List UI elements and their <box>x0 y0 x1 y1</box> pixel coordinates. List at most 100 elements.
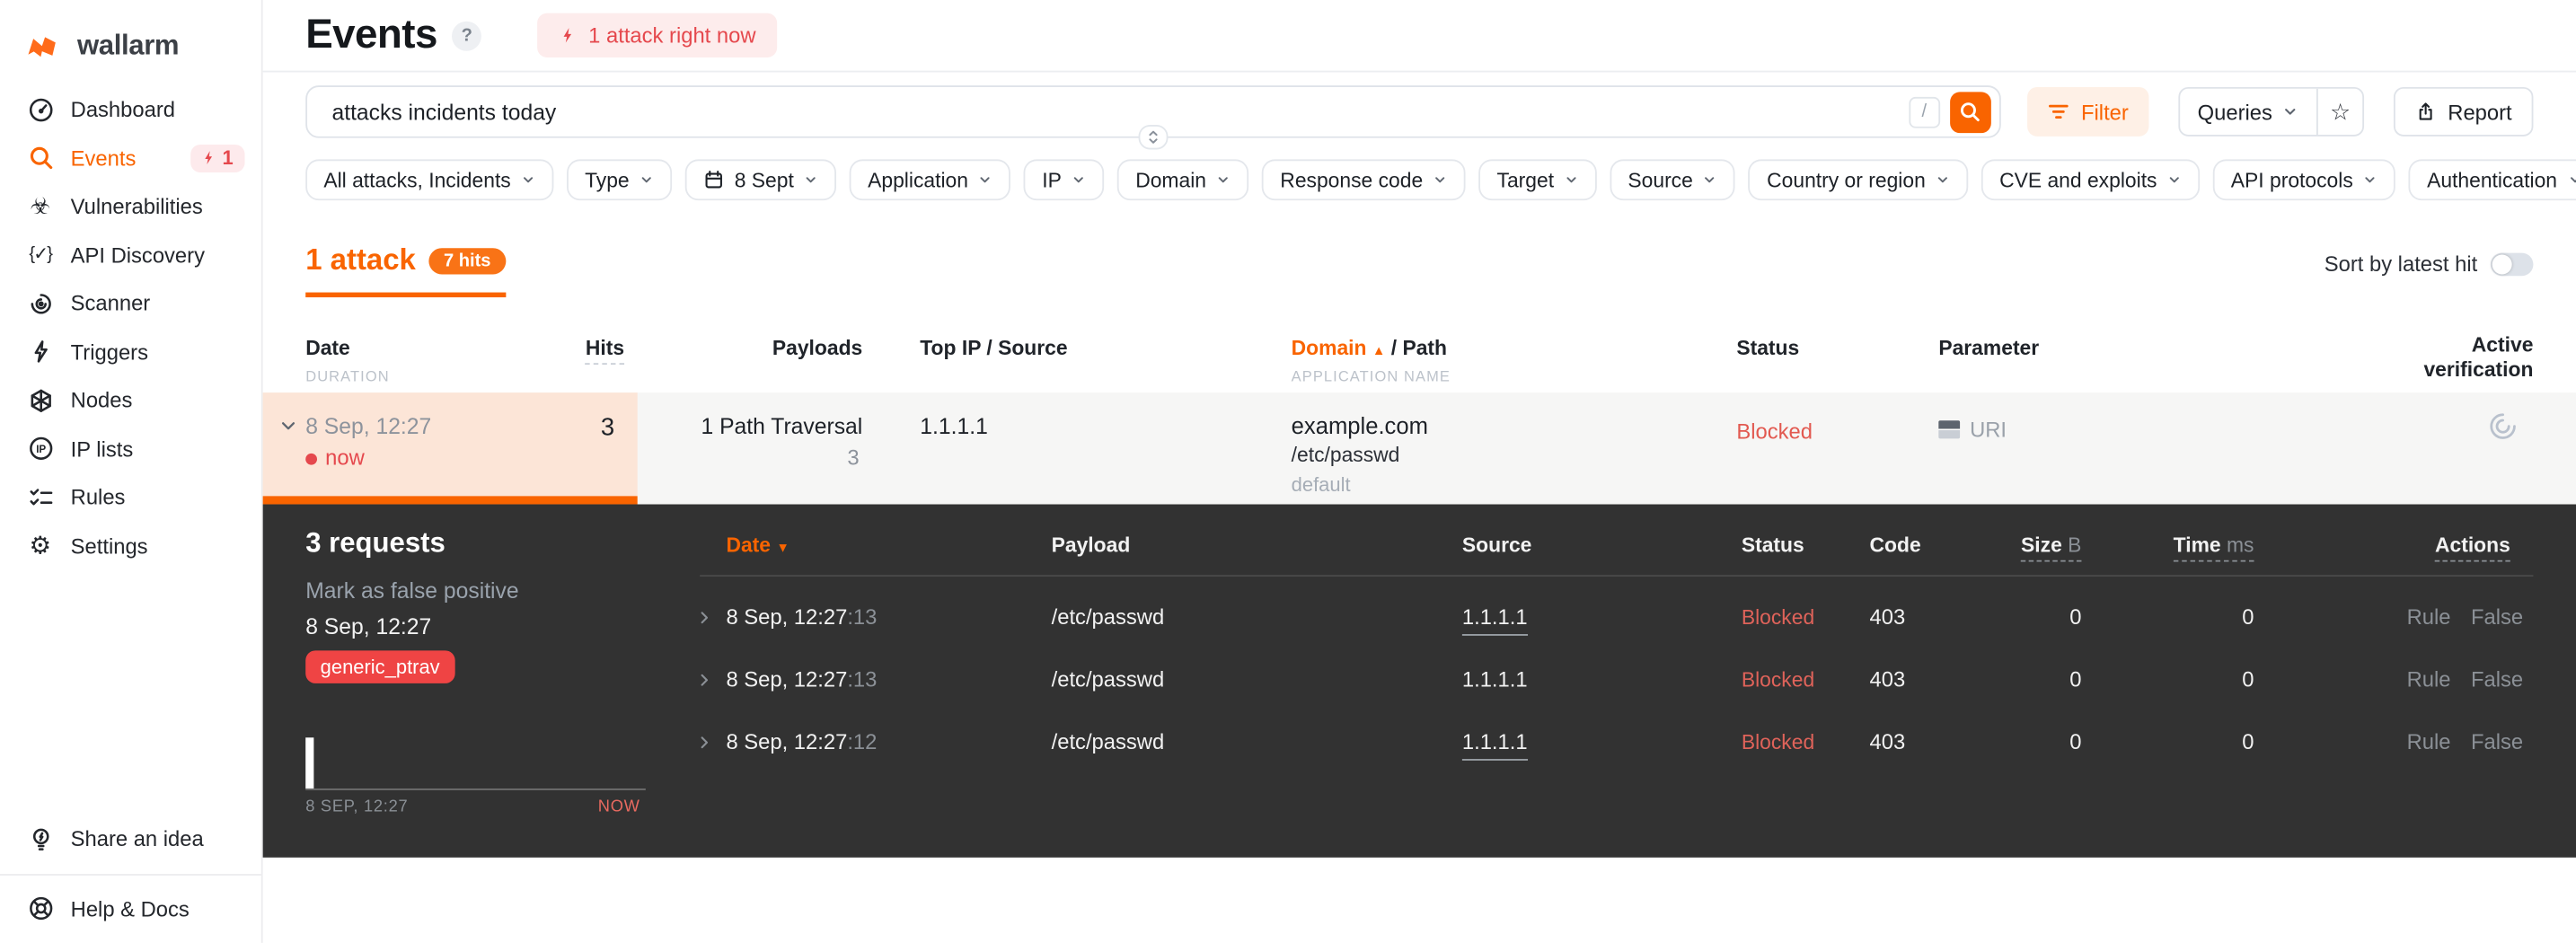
sort-toggle[interactable] <box>2490 251 2534 276</box>
req-action-rule[interactable]: Rule <box>2407 711 2451 774</box>
req-source[interactable]: 1.1.1.1 <box>1462 648 1528 711</box>
req-action-rule[interactable]: Rule <box>2407 648 2451 711</box>
req-action-rule[interactable]: Rule <box>2407 586 2451 649</box>
req-action-false[interactable]: False <box>2471 711 2523 774</box>
queries-button[interactable]: Queries <box>2180 88 2319 135</box>
brand-logo[interactable]: wallarm <box>0 0 261 79</box>
req-source[interactable]: 1.1.1.1 <box>1461 711 1528 774</box>
sort-label: Sort by latest hit <box>2324 251 2478 277</box>
chevron-down-icon <box>521 172 535 187</box>
search-input[interactable] <box>328 97 1909 126</box>
tab-attacks[interactable]: 1 attack 7 hits <box>305 243 506 298</box>
filter-chip-type[interactable]: Type <box>566 159 673 201</box>
lightbulb-icon <box>26 825 54 853</box>
req-col-status: Status <box>1741 533 1804 558</box>
col-date[interactable]: Date <box>305 337 350 360</box>
req-payload: /etc/passwd <box>1051 604 1165 630</box>
req-action-false[interactable]: False <box>2471 586 2523 649</box>
req-col-date[interactable]: Date ▼ <box>726 533 789 557</box>
req-date: 8 Sep, 12:27:13 <box>726 666 878 692</box>
sidebar-item-ip-lists[interactable]: IP IP lists <box>0 425 261 473</box>
filter-chip-response-code[interactable]: Response code <box>1262 159 1466 201</box>
collapse-row-icon[interactable] <box>279 418 297 436</box>
sidebar-item-dashboard[interactable]: Dashboard <box>0 85 261 134</box>
filter-button[interactable]: Filter <box>2026 86 2148 137</box>
attack-alert-badge[interactable]: 1 attack right now <box>537 13 778 58</box>
filter-chip-attacks-incidents[interactable]: All attacks, Incidents <box>305 159 554 201</box>
search-expand-toggle[interactable] <box>1138 125 1169 150</box>
col-parameter: Parameter <box>1938 336 2040 360</box>
chevron-down-icon <box>804 172 818 187</box>
sidebar-item-scanner[interactable]: Scanner <box>0 279 261 328</box>
filter-chip-api-protocols[interactable]: API protocols <box>2212 159 2396 201</box>
request-row[interactable]: 8 Sep, 12:27:12 /etc/passwd 1.1.1.1 Bloc… <box>263 711 2576 774</box>
request-row[interactable]: 8 Sep, 12:27:13 /etc/passwd 1.1.1.1 Bloc… <box>263 648 2576 711</box>
filter-chip-domain[interactable]: Domain <box>1117 159 1249 201</box>
attack-row[interactable]: 8 Sep, 12:27 now 3 1 Path Traversal 3 1.… <box>262 392 2576 505</box>
sidebar-item-events[interactable]: Events 1 <box>0 134 261 182</box>
filter-chip-target[interactable]: Target <box>1478 159 1597 201</box>
attack-date: 8 Sep, 12:27 <box>305 413 432 439</box>
sidebar-item-label: Vulnerabilities <box>70 194 203 219</box>
col-status: Status <box>1736 336 1800 360</box>
sidebar-item-label: Settings <box>70 533 148 559</box>
filter-chip-cve[interactable]: CVE and exploits <box>1981 159 2201 201</box>
expand-request-icon[interactable] <box>697 586 713 626</box>
timeline-now-label: NOW <box>597 798 640 817</box>
filter-chip-country[interactable]: Country or region <box>1749 159 1969 201</box>
filter-icon <box>2048 104 2069 119</box>
sidebar-item-label: Events <box>70 145 137 171</box>
col-application-sub: APPLICATION NAME <box>1291 367 1451 385</box>
sidebar-item-help-docs[interactable]: Help & Docs <box>0 885 261 933</box>
gear-icon: ⚙ <box>29 532 52 560</box>
sidebar-item-settings[interactable]: ⚙ Settings <box>0 522 261 570</box>
sidebar-item-triggers[interactable]: Triggers <box>0 328 261 376</box>
chevron-down-icon <box>1433 172 1447 187</box>
lightning-icon <box>205 150 213 164</box>
req-col-size[interactable]: Size B <box>1972 533 2082 562</box>
req-col-time[interactable]: Time ms <box>2144 533 2254 562</box>
live-dot-icon <box>305 453 318 465</box>
col-domain-path[interactable]: Domain ▲ / Path <box>1292 337 1447 360</box>
magnifier-icon <box>26 145 54 172</box>
filter-chip-authentication[interactable]: Authentication <box>2408 159 2576 201</box>
attack-date-cell[interactable]: 8 Sep, 12:27 now 3 <box>262 392 638 505</box>
timeline-axis <box>305 788 646 790</box>
request-row[interactable]: 8 Sep, 12:27:13 /etc/passwd 1.1.1.1 Bloc… <box>263 586 2576 649</box>
chevron-down-icon <box>1564 172 1578 187</box>
sidebar-item-vulnerabilities[interactable]: ☣ Vulnerabilities <box>0 182 261 231</box>
sidebar-item-rules[interactable]: Rules <box>0 473 261 522</box>
favorite-star-button[interactable]: ☆ <box>2318 89 2362 135</box>
search-button[interactable] <box>1949 91 1991 133</box>
filter-chip-ip[interactable]: IP <box>1024 159 1105 201</box>
req-action-false[interactable]: False <box>2471 648 2523 711</box>
attack-path[interactable]: /etc/passwd <box>1292 444 1400 467</box>
attack-duration: now <box>305 445 365 470</box>
help-icon[interactable]: ? <box>452 20 482 50</box>
queries-group: Queries ☆ <box>2177 86 2364 137</box>
req-source[interactable]: 1.1.1.1 <box>1461 586 1528 649</box>
req-col-actions[interactable]: Actions <box>2398 533 2510 562</box>
req-status: Blocked <box>1741 730 1815 754</box>
col-active-verification: Active verification <box>2423 333 2534 382</box>
req-status: Blocked <box>1741 668 1815 692</box>
col-hits[interactable]: Hits <box>509 336 625 366</box>
filter-chip-application[interactable]: Application <box>850 159 1011 201</box>
active-verification-icon[interactable] <box>2487 410 2519 442</box>
expand-request-icon[interactable] <box>697 648 713 688</box>
attack-top-ip[interactable]: 1.1.1.1 <box>920 414 988 438</box>
sidebar-item-nodes[interactable]: Nodes <box>0 376 261 425</box>
filter-chip-source[interactable]: Source <box>1610 159 1736 201</box>
attack-domain[interactable]: example.com <box>1292 412 1428 438</box>
filter-chip-date[interactable]: 8 Sept <box>684 159 837 201</box>
expand-request-icon[interactable] <box>697 711 713 751</box>
slash-shortcut-hint: / <box>1908 96 1940 128</box>
braces-check-icon: {✓} <box>29 244 53 265</box>
sidebar-item-api-discovery[interactable]: {✓} API Discovery <box>0 231 261 279</box>
report-button[interactable]: Report <box>2393 86 2534 137</box>
chevron-down-icon <box>640 172 654 187</box>
results-summary-row: 1 attack 7 hits Sort by latest hit <box>305 243 2534 298</box>
sidebar-item-label: Nodes <box>70 388 133 413</box>
sidebar-item-share-idea[interactable]: Share an idea <box>0 815 261 863</box>
col-top-ip-source: Top IP / Source <box>920 336 1068 360</box>
